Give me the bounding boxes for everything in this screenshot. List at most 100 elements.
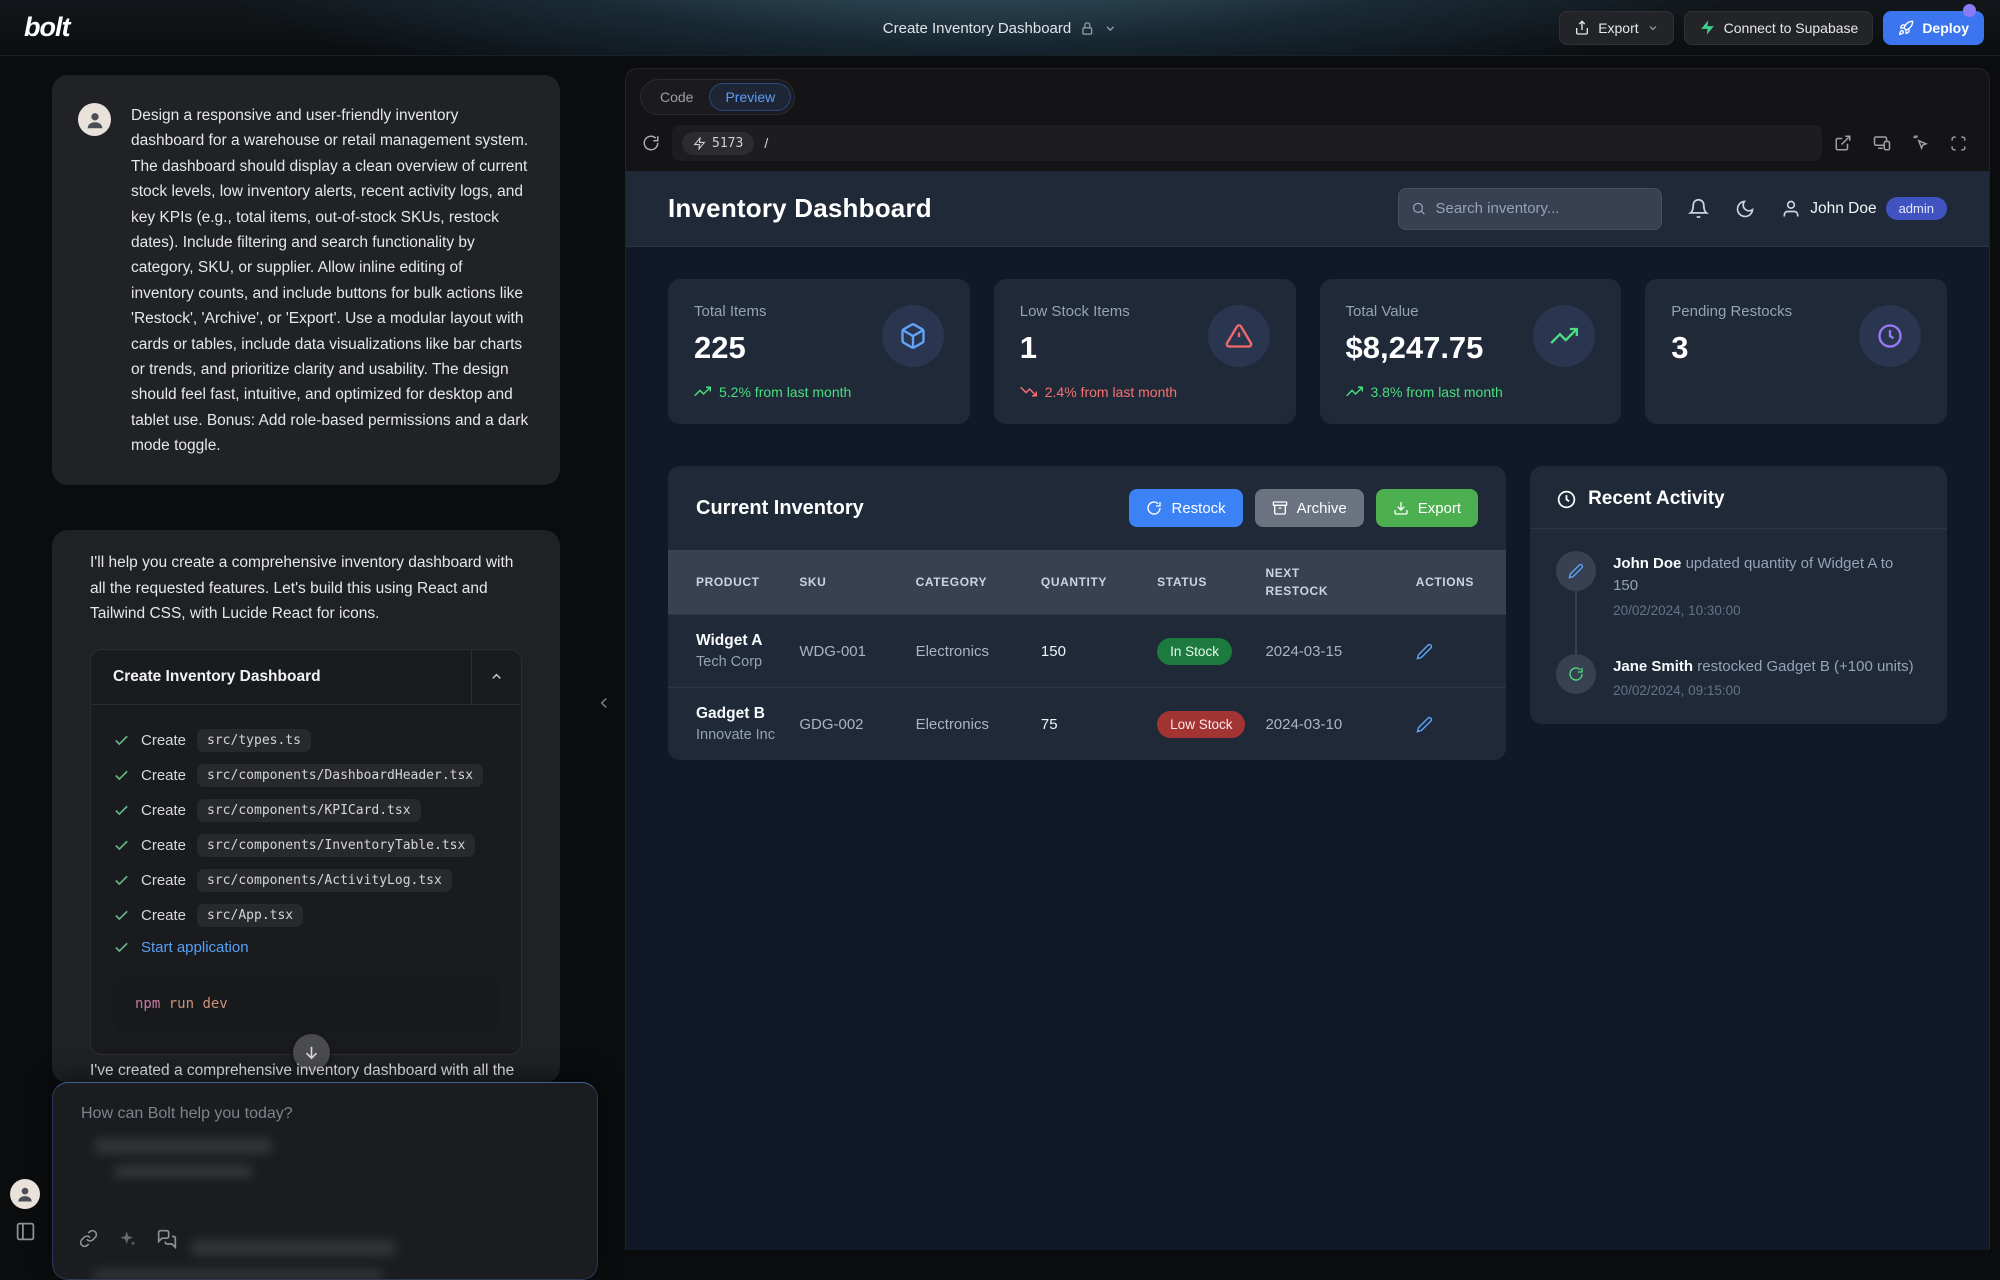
user-name: John Doe: [1810, 200, 1876, 218]
chevron-down-icon: [1647, 22, 1659, 34]
file-chip[interactable]: src/components/KPICard.tsx: [197, 799, 421, 822]
bolt-logo[interactable]: bolt: [16, 12, 69, 43]
check-icon: [113, 837, 130, 854]
terminal-block: npm run dev: [113, 976, 499, 1032]
column-header[interactable]: Status: [1157, 550, 1265, 615]
edit-row-button[interactable]: [1416, 716, 1482, 733]
user-icon: [1781, 199, 1801, 219]
assistant-intro-text: I'll help you create a comprehensive inv…: [90, 550, 522, 627]
file-chip[interactable]: src/components/DashboardHeader.tsx: [197, 764, 483, 787]
build-step: Create src/components/DashboardHeader.ts…: [113, 758, 499, 793]
package-icon: [882, 305, 944, 367]
redacted-text: [113, 1165, 253, 1178]
trend-up-icon: [694, 383, 711, 400]
builder-title: Create Inventory Dashboard: [91, 650, 471, 704]
recent-activity-card: Recent Activity John Doe updated quantit…: [1530, 466, 1947, 724]
dark-mode-toggle-icon[interactable]: [1735, 199, 1755, 219]
builder-steps-card: Create Inventory Dashboard Create src/ty…: [90, 649, 522, 1055]
file-chip[interactable]: src/App.tsx: [197, 904, 303, 927]
top-bar: bolt Create Inventory Dashboard Export C…: [0, 0, 2000, 56]
file-chip[interactable]: src/components/ActivityLog.tsx: [197, 869, 452, 892]
assistant-message: I'll help you create a comprehensive inv…: [52, 530, 560, 1083]
export-button[interactable]: Export: [1559, 11, 1673, 45]
arrow-down-icon: [303, 1044, 320, 1061]
build-step: Create src/components/ActivityLog.tsx: [113, 863, 499, 898]
chat-bubbles-icon[interactable]: [157, 1229, 177, 1249]
devices-icon[interactable]: [1872, 134, 1892, 152]
table-row: Widget A Tech Corp WDG-001 Electronics 1…: [668, 615, 1506, 688]
tab-code[interactable]: Code: [644, 83, 709, 111]
attach-link-icon[interactable]: [79, 1229, 98, 1249]
reload-icon[interactable]: [642, 134, 660, 152]
collapse-steps-button[interactable]: [471, 650, 521, 704]
kpi-card-pending-restocks: Pending Restocks 3: [1645, 279, 1947, 424]
share-icon: [1574, 20, 1590, 36]
check-icon: [113, 802, 130, 819]
start-application-link[interactable]: Start application: [141, 939, 249, 956]
archive-button[interactable]: Archive: [1255, 489, 1364, 527]
user-message-text: Design a responsive and user-friendly in…: [131, 103, 529, 459]
user-message: Design a responsive and user-friendly in…: [52, 75, 560, 485]
inventory-title: Current Inventory: [696, 497, 864, 520]
inventory-table-card: Current Inventory Restock Archive: [668, 466, 1506, 760]
export-csv-button[interactable]: Export: [1376, 489, 1478, 527]
search-icon: [1411, 200, 1426, 217]
tab-preview[interactable]: Preview: [709, 83, 791, 111]
trend-down-icon: [1020, 383, 1037, 400]
sparkles-icon[interactable]: [118, 1229, 137, 1249]
trending-up-icon: [1533, 305, 1595, 367]
build-step: Create src/App.tsx: [113, 898, 499, 933]
address-bar[interactable]: 5173 /: [672, 125, 1822, 161]
start-application-step: Start application: [113, 933, 499, 962]
connect-supabase-button[interactable]: Connect to Supabase: [1684, 11, 1874, 45]
collapse-chat-button[interactable]: [595, 694, 613, 712]
check-icon: [113, 939, 130, 956]
check-icon: [113, 732, 130, 749]
user-avatar: [78, 103, 111, 136]
column-header[interactable]: Next Restock: [1265, 550, 1415, 615]
column-header[interactable]: Category: [916, 550, 1041, 615]
file-chip[interactable]: src/components/InventoryTable.tsx: [197, 834, 475, 857]
pencil-icon: [1556, 551, 1596, 591]
column-header[interactable]: Actions: [1416, 550, 1506, 615]
status-badge: Low Stock: [1157, 711, 1245, 738]
redacted-text: [94, 1138, 272, 1154]
edit-row-button[interactable]: [1416, 643, 1482, 660]
pencil-icon: [1416, 643, 1433, 660]
preview-app: Inventory Dashboard John Doe admin: [626, 171, 1989, 1250]
port-pill[interactable]: 5173: [682, 132, 754, 155]
kpi-card-total-value: Total Value $8,247.75 3.8% from last mon…: [1320, 279, 1622, 424]
account-avatar[interactable]: [10, 1179, 40, 1209]
sidebar-toggle-icon[interactable]: [15, 1221, 36, 1242]
activity-timestamp: 20/02/2024, 09:15:00: [1613, 683, 1914, 698]
file-chip[interactable]: src/types.ts: [197, 729, 311, 752]
kpi-card-low-stock: Low Stock Items 1 2.4% from last month: [994, 279, 1296, 424]
fullscreen-icon[interactable]: [1950, 135, 1967, 152]
chat-composer: [52, 1082, 598, 1280]
user-menu[interactable]: John Doe admin: [1781, 197, 1947, 220]
column-header[interactable]: Product: [668, 550, 799, 615]
build-step: Create src/components/KPICard.tsx: [113, 793, 499, 828]
project-title-menu[interactable]: Create Inventory Dashboard: [883, 0, 1117, 56]
search-input[interactable]: [1435, 200, 1649, 217]
open-external-icon[interactable]: [1834, 134, 1852, 152]
column-header[interactable]: SKU: [799, 550, 915, 615]
pencil-icon: [1416, 716, 1433, 733]
url-path: /: [764, 135, 768, 151]
archive-icon: [1272, 500, 1288, 516]
check-icon: [113, 907, 130, 924]
column-header[interactable]: Quantity: [1041, 550, 1157, 615]
download-icon: [1393, 500, 1409, 516]
chat-input[interactable]: [81, 1105, 561, 1135]
bell-icon[interactable]: [1688, 198, 1709, 219]
redacted-text: [93, 1269, 383, 1280]
chevron-down-icon: [1104, 22, 1117, 35]
activity-item: John Doe updated quantity of Widget A to…: [1556, 551, 1921, 654]
restock-button[interactable]: Restock: [1129, 489, 1242, 527]
terminal-command: npm: [135, 996, 160, 1012]
redacted-text: [191, 1240, 396, 1256]
inspect-cursor-icon[interactable]: [1912, 134, 1930, 152]
code-preview-toggle: Code Preview: [640, 79, 795, 115]
chevron-left-icon: [595, 694, 613, 712]
notification-dot: [1963, 4, 1976, 17]
